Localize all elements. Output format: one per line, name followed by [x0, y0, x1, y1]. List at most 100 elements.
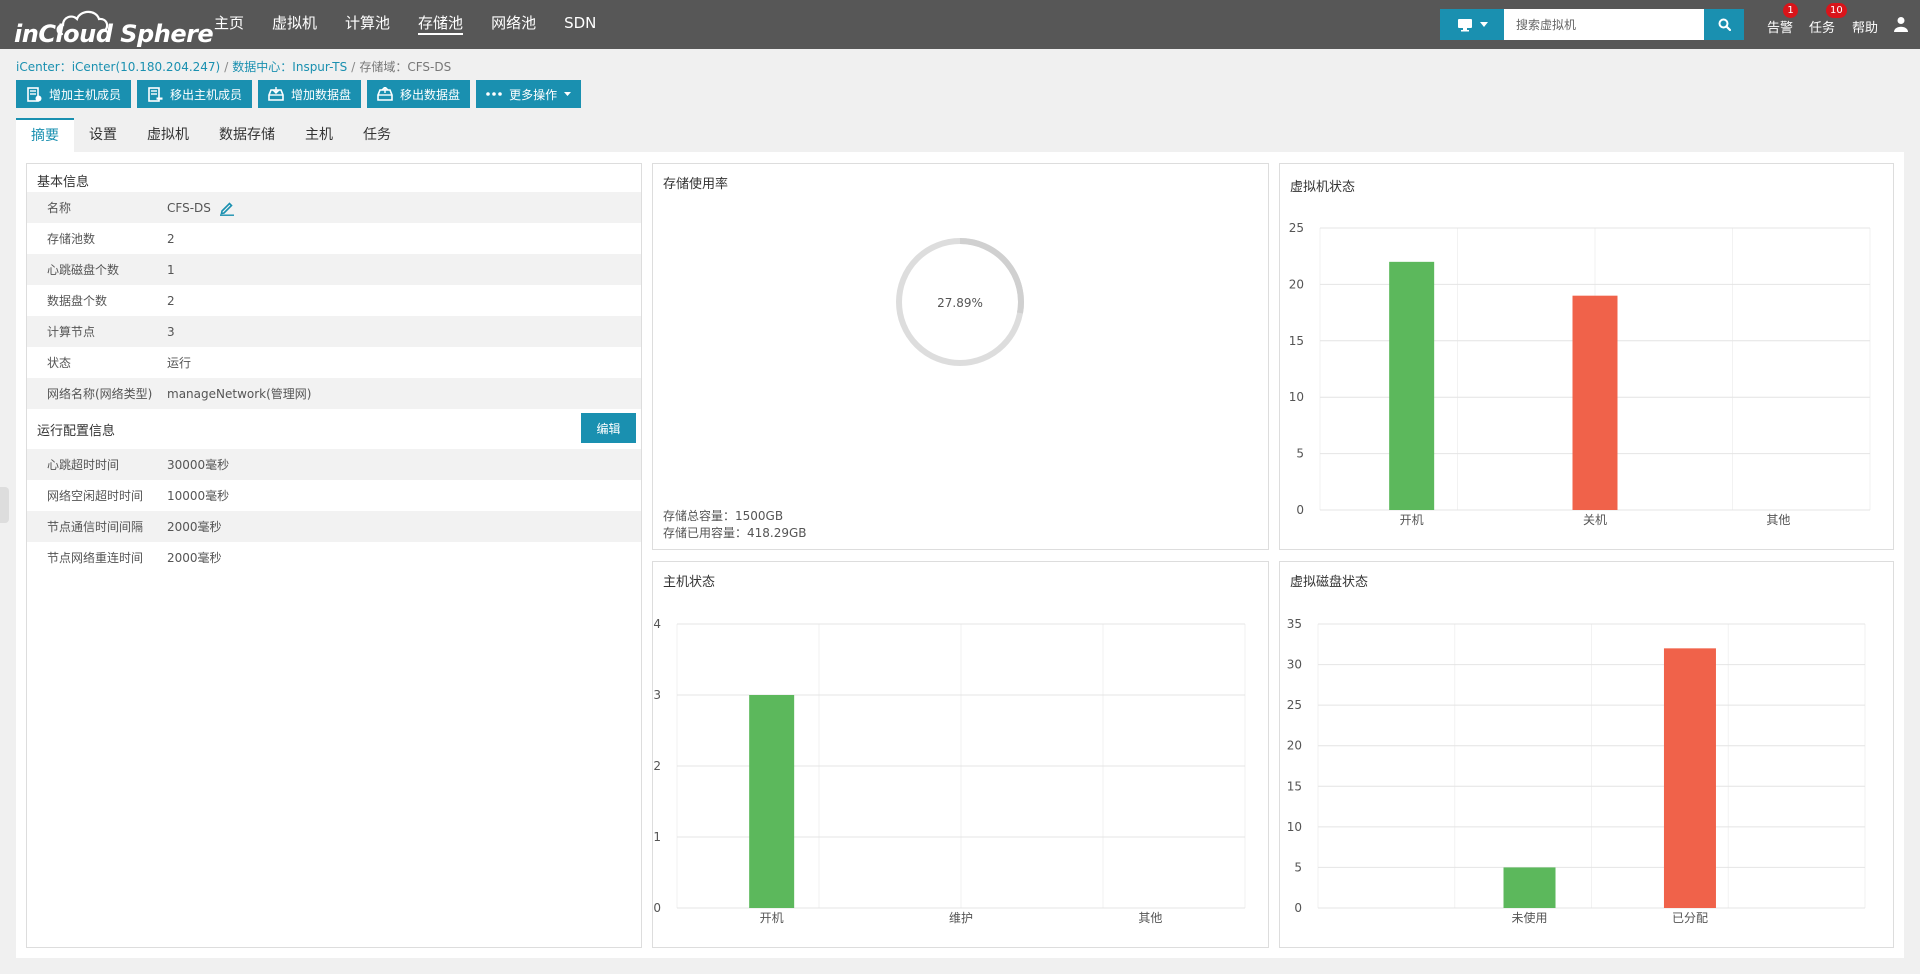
y-tick-label: 3: [653, 688, 661, 702]
y-tick-label: 1: [653, 830, 661, 844]
host-status-chart: 0 1 2 3 4 开机 维护 其他: [653, 617, 1246, 925]
bar: [1503, 867, 1556, 908]
y-tick-label: 5: [1296, 447, 1304, 461]
more-actions-label: 更多操作: [509, 87, 558, 102]
task-link[interactable]: 任务: [1809, 17, 1835, 36]
info-panel: 基本信息 名称 CFS-DS 存储池数 2 心跳磁盘个数 1 数据盘个数 2 计…: [26, 163, 642, 948]
console-dropdown-button[interactable]: [1440, 9, 1504, 40]
y-tick-label: 0: [1294, 901, 1302, 915]
y-tick-label: 2: [653, 759, 661, 773]
nav-storage-pool[interactable]: 存储池: [418, 0, 464, 49]
y-tick-label: 20: [1289, 277, 1304, 291]
info-key: 计算节点: [47, 325, 96, 339]
config-row-reconnect-time: 节点网络重连时间 2000毫秒: [27, 542, 641, 573]
breadcrumb: iCenter：iCenter(10.180.204.247) / 数据中心：Ins…: [16, 60, 452, 74]
nav-network-pool[interactable]: 网络池: [491, 0, 536, 49]
edit-config-button[interactable]: 编辑: [581, 413, 636, 443]
x-category-label: 其他: [1138, 911, 1162, 925]
breadcrumb-icenter[interactable]: iCenter：iCenter(10.180.204.247): [16, 60, 220, 74]
add-host-member-button[interactable]: 增加主机成员: [16, 80, 132, 108]
nav-home[interactable]: 主页: [214, 0, 244, 49]
tab-hosts[interactable]: 主机: [290, 118, 348, 152]
remove-host-member-button[interactable]: 移出主机成员: [137, 80, 253, 108]
usage-percent-label: 27.89%: [937, 296, 983, 310]
config-value: 2000毫秒: [167, 551, 222, 565]
y-tick-label: 20: [1287, 739, 1302, 753]
config-key: 节点网络重连时间: [47, 551, 144, 565]
more-actions-button[interactable]: 更多操作: [476, 80, 582, 108]
tab-vms[interactable]: 虚拟机: [132, 118, 204, 152]
info-row-compute-nodes: 计算节点 3: [27, 316, 641, 347]
remove-host-icon: [148, 86, 163, 102]
add-host-member-label: 增加主机成员: [49, 87, 122, 102]
vdisk-status-card: 虚拟磁盘状态 0 5 10 15 20 25 30 35 未使用 已分配: [1279, 561, 1894, 948]
config-key: 节点通信时间间隔: [47, 520, 144, 534]
remove-host-member-label: 移出主机成员: [170, 87, 243, 102]
y-tick-label: 35: [1287, 617, 1302, 631]
info-row-storage-pools: 存储池数 2: [27, 223, 641, 254]
info-key: 心跳磁盘个数: [47, 263, 120, 277]
info-value: 运行: [167, 356, 192, 370]
config-key: 心跳超时时间: [47, 458, 120, 472]
info-key: 数据盘个数: [47, 294, 108, 308]
used-capacity-label: 存储已用容量：418.29GB: [663, 526, 807, 540]
help-link[interactable]: 帮助: [1852, 17, 1878, 36]
remove-disk-icon: [377, 87, 393, 101]
y-tick-label: 15: [1287, 779, 1302, 793]
config-key: 网络空闲超时时间: [47, 489, 144, 503]
detail-tabs: 摘要 设置 虚拟机 数据存储 主机 任务: [16, 118, 406, 152]
vdisk-status-chart: 0 5 10 15 20 25 30 35 未使用 已分配: [1287, 617, 1866, 925]
config-value: 10000毫秒: [167, 489, 230, 503]
info-row-network: 网络名称(网络类型) manageNetwork(管理网): [27, 378, 641, 409]
basic-info-title: 基本信息: [37, 175, 90, 190]
bar: [1389, 261, 1435, 510]
nav-vm[interactable]: 虚拟机: [272, 0, 317, 49]
x-category-label: 关机: [1583, 513, 1607, 527]
sidebar-toggle-handle[interactable]: [0, 487, 9, 523]
alarm-link[interactable]: 告警: [1767, 17, 1793, 36]
y-tick-label: 25: [1287, 698, 1302, 712]
nav-sdn[interactable]: SDN: [564, 0, 596, 49]
task-badge: 10: [1826, 3, 1847, 18]
bar: [749, 695, 795, 908]
breadcrumb-datacenter[interactable]: 数据中心：Inspur-TS: [232, 60, 347, 74]
info-value: 2: [167, 293, 175, 308]
caret-down-icon: [1479, 22, 1488, 27]
info-row-data-disks: 数据盘个数 2: [27, 285, 641, 316]
remove-data-disk-button[interactable]: 移出数据盘: [367, 80, 471, 108]
storage-usage-ring: 27.89%: [896, 238, 1024, 366]
y-tick-label: 10: [1289, 390, 1304, 404]
x-category-label: 开机: [760, 911, 784, 925]
bar: [1663, 648, 1716, 908]
user-icon[interactable]: [1894, 16, 1908, 32]
tab-summary[interactable]: 摘要: [16, 118, 74, 152]
brand-logo[interactable]: inCloud Sphere: [14, 6, 214, 48]
search-button[interactable]: [1704, 9, 1744, 40]
action-toolbar: 增加主机成员 移出主机成员 增加数据盘 移出数据盘 更多操作: [16, 80, 582, 108]
config-value: 2000毫秒: [167, 520, 222, 534]
config-row-idle-timeout: 网络空闲超时时间 10000毫秒: [27, 480, 641, 511]
info-key: 名称: [47, 201, 72, 215]
runtime-config-title: 运行配置信息: [37, 424, 116, 439]
vm-status-card: 虚拟机状态 0 5 10 15 20 25 开机 关机 其他: [1279, 163, 1894, 550]
edit-pencil-icon[interactable]: [219, 200, 235, 216]
y-tick-label: 0: [1296, 503, 1304, 517]
vm-status-chart: 0 5 10 15 20 25 开机 关机 其他: [1289, 221, 1871, 527]
y-tick-label: 30: [1287, 658, 1302, 672]
add-disk-icon: [268, 87, 284, 101]
search-input[interactable]: [1504, 9, 1704, 40]
nav-compute-pool[interactable]: 计算池: [345, 0, 390, 49]
info-row-status: 状态 运行: [27, 347, 641, 378]
alarm-badge: 1: [1783, 3, 1798, 18]
info-key: 状态: [47, 356, 72, 370]
config-row-comm-interval: 节点通信时间间隔 2000毫秒: [27, 511, 641, 542]
tab-datastores[interactable]: 数据存储: [204, 118, 290, 152]
remove-data-disk-label: 移出数据盘: [400, 87, 461, 102]
top-bar: inCloud Sphere 主页 虚拟机 计算池 存储池 网络池 SDN 告警…: [0, 0, 1920, 49]
add-data-disk-button[interactable]: 增加数据盘: [258, 80, 362, 108]
info-value: manageNetwork(管理网): [167, 387, 312, 401]
tab-settings[interactable]: 设置: [74, 118, 132, 152]
host-status-card: 主机状态 0 1 2 3 4 开机 维护 其他: [652, 561, 1269, 948]
tab-tasks[interactable]: 任务: [348, 118, 406, 152]
info-value: CFS-DS: [167, 200, 211, 215]
